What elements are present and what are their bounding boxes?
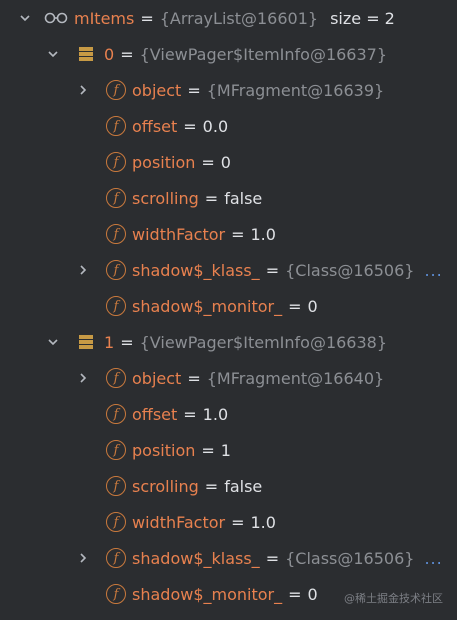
field-name: scrolling xyxy=(132,188,199,208)
field-name: shadow$_monitor_ xyxy=(132,584,283,604)
variable-reference: {ViewPager$ItemInfo@16637} xyxy=(139,44,388,64)
tree-row-field-position[interactable]: f position = 0 xyxy=(0,144,457,180)
field-reference: {Class@16506} xyxy=(285,260,415,280)
field-icon: f xyxy=(106,440,126,460)
tree-row-field-shadow-monitor[interactable]: f shadow$_monitor_ = 0 xyxy=(0,288,457,324)
equals-sign: = xyxy=(120,44,134,64)
tree-row-item-0[interactable]: 0 = {ViewPager$ItemInfo@16637} xyxy=(0,36,457,72)
tree-row-field-object[interactable]: f object = {MFragment@16639} xyxy=(0,72,457,108)
field-value: 1 xyxy=(220,440,231,460)
tree-row-field-object[interactable]: f object = {MFragment@16640} xyxy=(0,360,457,396)
tree-row-item-1[interactable]: 1 = {ViewPager$ItemInfo@16638} xyxy=(0,324,457,360)
equals-sign: = xyxy=(201,152,215,172)
chevron-right-icon[interactable] xyxy=(76,83,90,97)
equals-sign: = xyxy=(183,404,197,424)
more-ellipsis-link[interactable]: ... xyxy=(424,261,442,280)
field-name: object xyxy=(132,368,182,388)
field-reference: {MFragment@16640} xyxy=(206,368,385,388)
equals-sign: = xyxy=(201,440,215,460)
field-icon: f xyxy=(106,152,126,172)
equals-sign: = xyxy=(231,224,245,244)
field-icon: f xyxy=(106,548,126,568)
more-ellipsis-link[interactable]: ... xyxy=(424,549,442,568)
equals-sign: = xyxy=(288,296,302,316)
field-name: offset xyxy=(132,404,178,424)
field-icon: f xyxy=(106,296,126,316)
variable-name: 1 xyxy=(104,332,115,352)
array-element-icon xyxy=(78,46,94,66)
variable-name: 0 xyxy=(104,44,115,64)
field-value: 0 xyxy=(307,296,318,316)
tree-row-field-offset[interactable]: f offset = 0.0 xyxy=(0,108,457,144)
chevron-down-icon[interactable] xyxy=(46,335,60,349)
field-value: 1.0 xyxy=(250,512,276,532)
tree-row-field-position[interactable]: f position = 1 xyxy=(0,432,457,468)
equals-sign: = xyxy=(265,260,280,280)
array-element-icon xyxy=(78,334,94,354)
field-icon: f xyxy=(106,260,126,280)
tree-row-field-widthfactor[interactable]: f widthFactor = 1.0 xyxy=(0,504,457,540)
equals-sign: = xyxy=(204,188,219,208)
watermark: @稀土掘金技术社区 xyxy=(344,592,443,605)
field-icon: f xyxy=(106,512,126,532)
field-name: position xyxy=(132,152,196,172)
field-value: 1.0 xyxy=(250,224,276,244)
field-reference: {MFragment@16639} xyxy=(206,80,385,100)
equals-sign: = xyxy=(204,476,219,496)
chevron-right-icon[interactable] xyxy=(76,263,90,277)
field-name: widthFactor xyxy=(132,224,226,244)
variable-reference: {ArrayList@16601} xyxy=(159,8,319,28)
field-value: 1.0 xyxy=(202,404,229,424)
field-icon: f xyxy=(106,116,126,136)
size-label: size = 2 xyxy=(330,8,395,28)
equals-sign: = xyxy=(265,548,280,568)
equals-sign: = xyxy=(288,584,302,604)
equals-sign: = xyxy=(187,368,201,388)
field-name: position xyxy=(132,440,196,460)
chevron-right-icon[interactable] xyxy=(76,371,90,385)
field-value: 0.0 xyxy=(202,116,229,136)
chevron-down-icon[interactable] xyxy=(18,11,32,25)
field-name: scrolling xyxy=(132,476,199,496)
field-name: shadow$_klass_ xyxy=(132,260,260,280)
field-reference: {Class@16506} xyxy=(285,548,415,568)
field-name: offset xyxy=(132,116,178,136)
field-icon: f xyxy=(106,584,126,604)
tree-row-field-shadow-klass[interactable]: f shadow$_klass_ = {Class@16506}... xyxy=(0,252,457,288)
watch-glasses-icon xyxy=(44,10,68,29)
field-value: false xyxy=(224,476,263,496)
field-value: false xyxy=(224,188,263,208)
tree-row-field-offset[interactable]: f offset = 1.0 xyxy=(0,396,457,432)
field-icon: f xyxy=(106,80,126,100)
chevron-down-icon[interactable] xyxy=(46,47,60,61)
tree-row-field-shadow-klass[interactable]: f shadow$_klass_ = {Class@16506}... xyxy=(0,540,457,576)
field-name: shadow$_klass_ xyxy=(132,548,260,568)
field-name: shadow$_monitor_ xyxy=(132,296,283,316)
field-icon: f xyxy=(106,404,126,424)
variable-name: mItems xyxy=(74,8,135,28)
field-name: widthFactor xyxy=(132,512,226,532)
equals-sign: = xyxy=(231,512,245,532)
field-name: object xyxy=(132,80,182,100)
field-icon: f xyxy=(106,188,126,208)
tree-row-field-scrolling[interactable]: f scrolling = false xyxy=(0,180,457,216)
field-value: 0 xyxy=(307,584,318,604)
tree-row-field-widthfactor[interactable]: f widthFactor = 1.0 xyxy=(0,216,457,252)
equals-sign: = xyxy=(140,8,154,28)
debugger-variables-tree: mItems = {ArrayList@16601} size = 2 0 = {View… xyxy=(0,0,457,612)
equals-sign: = xyxy=(187,80,201,100)
chevron-right-icon[interactable] xyxy=(76,551,90,565)
field-icon: f xyxy=(106,368,126,388)
field-value: 0 xyxy=(220,152,231,172)
equals-sign: = xyxy=(120,332,134,352)
variable-reference: {ViewPager$ItemInfo@16638} xyxy=(139,332,388,352)
tree-row-field-scrolling[interactable]: f scrolling = false xyxy=(0,468,457,504)
field-icon: f xyxy=(106,476,126,496)
field-icon: f xyxy=(106,224,126,244)
equals-sign: = xyxy=(183,116,197,136)
tree-row-mitems[interactable]: mItems = {ArrayList@16601} size = 2 xyxy=(0,0,457,36)
